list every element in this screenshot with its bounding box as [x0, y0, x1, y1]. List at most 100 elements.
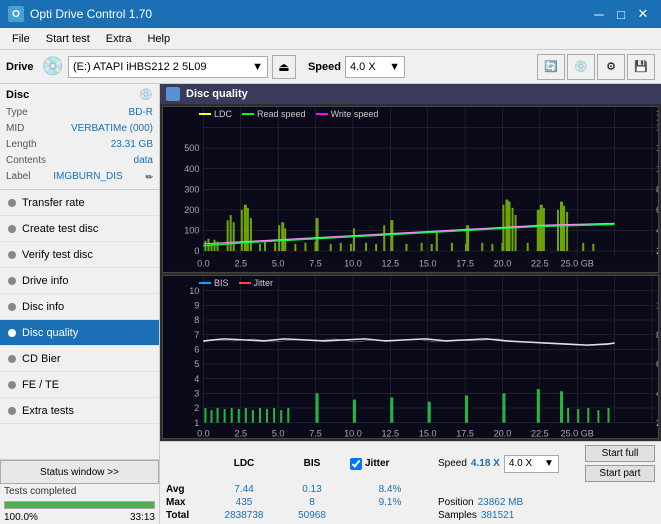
disc-row-label: Label IMGBURN_DIS ✏	[6, 169, 153, 185]
ldc-chart: LDC Read speed Write speed	[162, 106, 659, 273]
svg-text:10X: 10X	[656, 164, 658, 174]
stats-max-row: Max 435 8 9.1% Position 23862 MB	[166, 497, 655, 508]
minimize-button[interactable]: ─	[589, 4, 609, 24]
status-text: Tests completed	[0, 484, 159, 499]
ldc-chart-svg: 0 100 200 300 400 500 2X 4X 6X 8X 10X	[163, 107, 658, 272]
nav-dot	[8, 251, 16, 259]
nav-dot	[8, 381, 16, 389]
drive-label: Drive	[6, 61, 34, 73]
svg-text:12.5: 12.5	[381, 428, 399, 438]
samples-section: Samples 381521	[438, 510, 514, 521]
disc-panel-icon: 💿	[139, 88, 153, 101]
toolbar-right-icons: 🔄 💿 ⚙ 💾	[537, 54, 655, 80]
progress-bar	[4, 501, 155, 509]
main-area: Disc 💿 Type BD-R MID VERBATIMe (000) Len…	[0, 84, 661, 524]
sidebar-item-disc-info[interactable]: Disc info	[0, 294, 159, 320]
sidebar-item-disc-quality[interactable]: Disc quality	[0, 320, 159, 346]
svg-text:17.5: 17.5	[456, 428, 474, 438]
svg-text:6: 6	[194, 344, 199, 354]
svg-text:0: 0	[194, 246, 199, 256]
svg-text:7.5: 7.5	[309, 258, 322, 268]
position-section: Position 23862 MB	[438, 497, 523, 508]
sidebar-item-create-test-disc[interactable]: Create test disc	[0, 216, 159, 242]
legend-read-speed: Read speed	[242, 109, 306, 119]
svg-text:10: 10	[189, 285, 199, 295]
svg-text:200: 200	[184, 205, 199, 215]
title-bar-left: O Opti Drive Control 1.70	[8, 6, 152, 22]
svg-text:9: 9	[194, 300, 199, 310]
menu-file[interactable]: File	[4, 31, 38, 47]
svg-text:400: 400	[184, 164, 199, 174]
refresh-button[interactable]: 🔄	[537, 54, 565, 80]
charts-area: LDC Read speed Write speed	[160, 104, 661, 441]
svg-text:0.0: 0.0	[197, 258, 210, 268]
disc-button[interactable]: 💿	[567, 54, 595, 80]
disc-row-type: Type BD-R	[6, 105, 153, 121]
sidebar-item-verify-test-disc[interactable]: Verify test disc	[0, 242, 159, 268]
menu-extra[interactable]: Extra	[98, 31, 140, 47]
max-label: Max	[166, 497, 206, 508]
progress-fill	[5, 502, 154, 508]
svg-text:2X: 2X	[656, 246, 658, 256]
speed-value: 4.18 X	[471, 458, 500, 469]
speed-dropdown[interactable]: 4.0 X ▼	[345, 56, 405, 78]
sidebar-item-fe-te[interactable]: FE / TE	[0, 372, 159, 398]
menu-help[interactable]: Help	[139, 31, 178, 47]
nav-dot	[8, 329, 16, 337]
jitter-label: Jitter	[365, 458, 389, 469]
status-bottom: 100.0% 33:13	[0, 511, 159, 524]
eject-button[interactable]: ⏏	[272, 55, 296, 79]
label-edit-icon[interactable]: ✏	[145, 169, 153, 185]
svg-text:17.5: 17.5	[456, 258, 474, 268]
drive-dropdown[interactable]: (E:) ATAPI iHBS212 2 5L09 ▼	[68, 56, 268, 78]
status-window-button[interactable]: Status window >>	[0, 460, 159, 484]
svg-text:2: 2	[194, 403, 199, 413]
svg-text:300: 300	[184, 184, 199, 194]
svg-text:25.0 GB: 25.0 GB	[561, 428, 594, 438]
app-title: Opti Drive Control 1.70	[30, 7, 152, 21]
start-full-button[interactable]: Start full	[585, 445, 655, 462]
sidebar-item-drive-info[interactable]: Drive info	[0, 268, 159, 294]
max-jitter: 9.1%	[350, 497, 430, 508]
content-area: Disc quality LDC Read speed Wri	[160, 84, 661, 524]
legend-bis: BIS	[199, 278, 229, 288]
svg-text:4%: 4%	[656, 388, 658, 398]
disc-info-panel: Disc 💿 Type BD-R MID VERBATIMe (000) Len…	[0, 84, 159, 190]
status-bar: Status window >> Tests completed 100.0% …	[0, 459, 159, 524]
nav-dot	[8, 277, 16, 285]
svg-text:15.0: 15.0	[419, 428, 437, 438]
save-button[interactable]: 💾	[627, 54, 655, 80]
settings-button[interactable]: ⚙	[597, 54, 625, 80]
svg-text:6%: 6%	[656, 359, 658, 369]
svg-text:12X: 12X	[656, 143, 658, 153]
stats-panel: LDC BIS Jitter Speed 4.18 X 4.0 X ▼ Star…	[160, 441, 661, 524]
svg-text:2%: 2%	[656, 417, 658, 427]
svg-text:8X: 8X	[656, 184, 658, 194]
title-controls: ─ □ ✕	[589, 4, 653, 24]
position-value: 23862 MB	[478, 497, 524, 508]
sidebar-item-transfer-rate[interactable]: Transfer rate	[0, 190, 159, 216]
sidebar-item-cd-bier[interactable]: CD Bier	[0, 346, 159, 372]
avg-ldc: 7.44	[214, 484, 274, 495]
nav-dot	[8, 199, 16, 207]
svg-text:10.0: 10.0	[344, 258, 362, 268]
svg-text:22.5: 22.5	[531, 428, 549, 438]
speed-dropdown-stats[interactable]: 4.0 X ▼	[504, 455, 559, 473]
jitter-checkbox[interactable]	[350, 458, 362, 470]
svg-text:25.0 GB: 25.0 GB	[561, 258, 594, 268]
speed-info: Speed 4.18 X 4.0 X ▼	[438, 455, 559, 473]
svg-text:5.0: 5.0	[272, 258, 285, 268]
svg-text:4: 4	[194, 373, 199, 383]
col-ldc-header: LDC	[214, 458, 274, 469]
progress-percent: 100.0%	[4, 512, 38, 523]
nav-dot	[8, 303, 16, 311]
action-buttons: Start full Start part	[585, 445, 655, 482]
total-label: Total	[166, 510, 206, 521]
close-button[interactable]: ✕	[633, 4, 653, 24]
sidebar-item-extra-tests[interactable]: Extra tests	[0, 398, 159, 424]
max-bis: 8	[282, 497, 342, 508]
maximize-button[interactable]: □	[611, 4, 631, 24]
total-ldc: 2838738	[214, 510, 274, 521]
start-part-button[interactable]: Start part	[585, 465, 655, 482]
menu-start-test[interactable]: Start test	[38, 31, 98, 47]
